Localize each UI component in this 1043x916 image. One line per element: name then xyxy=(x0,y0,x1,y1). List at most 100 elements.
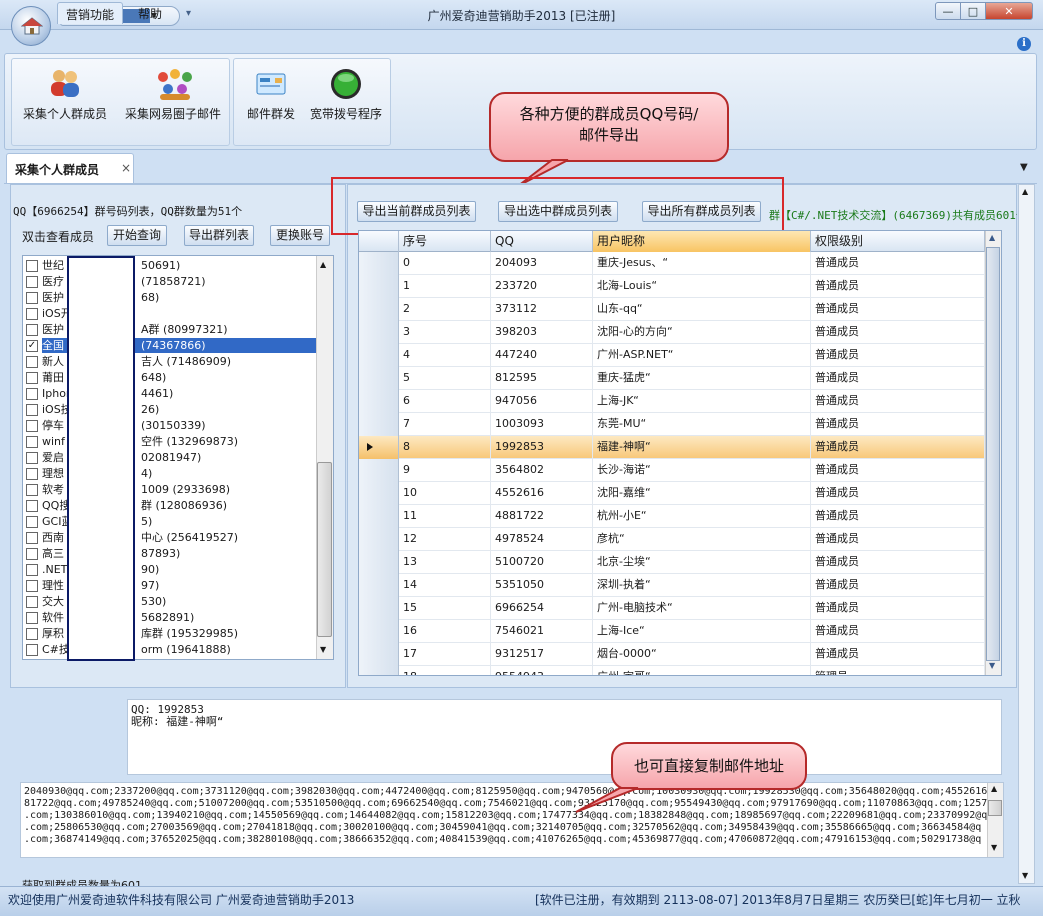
info-icon[interactable]: i xyxy=(1017,37,1031,51)
scroll-up-icon[interactable]: ▲ xyxy=(1022,187,1028,196)
group-checkbox[interactable] xyxy=(26,276,38,288)
ribbon-tab-help[interactable]: 帮助 xyxy=(130,2,170,24)
table-row[interactable]: 2 373112 山东-qq“ 普通成员 xyxy=(359,298,985,321)
scroll-down-icon[interactable]: ▼ xyxy=(989,661,995,670)
app-menu-button[interactable] xyxy=(11,6,51,46)
group-checkbox[interactable] xyxy=(26,404,38,416)
table-row[interactable]: 13 5100720 北京-尘埃“ 普通成员 xyxy=(359,551,985,574)
row-header[interactable] xyxy=(359,620,399,643)
group-checkbox[interactable] xyxy=(26,580,38,592)
group-checkbox[interactable] xyxy=(26,356,38,368)
row-header[interactable] xyxy=(359,666,399,675)
table-row[interactable]: 189554943广州-宇哥“管理员 xyxy=(359,666,985,675)
group-checkbox[interactable] xyxy=(26,532,38,544)
document-tab-collect[interactable]: 采集个人群成员 × xyxy=(6,153,134,183)
group-checkbox[interactable] xyxy=(26,372,38,384)
maximize-button[interactable]: □ xyxy=(960,2,986,20)
row-header[interactable] xyxy=(359,551,399,574)
grid-scroll-thumb[interactable] xyxy=(986,247,1000,661)
row-header[interactable] xyxy=(359,413,399,436)
group-checkbox[interactable] xyxy=(26,564,38,576)
group-checkbox[interactable] xyxy=(26,612,38,624)
col-header-qq[interactable]: QQ xyxy=(491,231,593,252)
row-header[interactable] xyxy=(359,390,399,413)
table-row[interactable]: 9 3564802 长沙-海诺“ 普通成员 xyxy=(359,459,985,482)
row-header[interactable] xyxy=(359,574,399,597)
scroll-up-icon[interactable]: ▲ xyxy=(991,784,997,793)
col-header-index[interactable]: 序号 xyxy=(399,231,491,252)
table-row[interactable]: 16 7546021 上海-Ice“ 普通成员 xyxy=(359,620,985,643)
collect-personal-group-button[interactable]: 采集个人群成员 xyxy=(16,67,114,122)
table-row[interactable]: 1 233720 北海-Louis“ 普通成员 xyxy=(359,275,985,298)
row-header[interactable] xyxy=(359,505,399,528)
start-query-button[interactable]: 开始查询 xyxy=(107,225,167,246)
table-row[interactable]: 11 4881722 杭州-小E“ 普通成员 xyxy=(359,505,985,528)
table-row[interactable]: 5 812595 重庆-猛虎“ 普通成员 xyxy=(359,367,985,390)
mail-send-button[interactable]: 邮件群发 xyxy=(242,67,300,122)
group-checkbox[interactable] xyxy=(26,388,38,400)
export-group-list-button[interactable]: 导出群列表 xyxy=(184,225,254,246)
table-row[interactable]: 7 1003093 东莞-MU“ 普通成员 xyxy=(359,413,985,436)
table-row[interactable]: 3 398203 沈阳-心的方向“ 普通成员 xyxy=(359,321,985,344)
group-checkbox[interactable] xyxy=(26,548,38,560)
member-detail-text[interactable]: QQ: 1992853 昵称: 福建-神啊“ xyxy=(127,699,1002,775)
broadband-dial-button[interactable]: 宽带拨号程序 xyxy=(306,67,386,122)
row-header[interactable] xyxy=(359,597,399,620)
group-checkbox[interactable] xyxy=(26,644,38,656)
col-header-role[interactable]: 权限级别 xyxy=(811,231,985,252)
table-row[interactable]: 0 204093 重庆-Jesus、“ 普通成员 xyxy=(359,252,985,275)
row-header[interactable] xyxy=(359,436,399,459)
table-row[interactable]: 4 447240 广州-ASP.NET“ 普通成员 xyxy=(359,344,985,367)
group-checkbox[interactable] xyxy=(26,452,38,464)
group-checkbox[interactable] xyxy=(26,260,38,272)
group-checkbox[interactable] xyxy=(26,596,38,608)
group-checkbox[interactable]: ✓ xyxy=(26,340,38,352)
email-scrollbar[interactable]: ▲ ▼ xyxy=(987,783,1003,857)
row-header[interactable] xyxy=(359,321,399,344)
group-checkbox[interactable] xyxy=(26,420,38,432)
row-header[interactable] xyxy=(359,528,399,551)
tab-close-icon[interactable]: × xyxy=(121,161,131,175)
email-scroll-thumb[interactable] xyxy=(988,800,1002,816)
col-header-nickname[interactable]: 用户昵称 xyxy=(593,231,811,252)
group-checkbox[interactable] xyxy=(26,436,38,448)
ribbon-tab-marketing[interactable]: 营销功能 xyxy=(57,2,124,24)
row-header[interactable] xyxy=(359,643,399,666)
row-header[interactable] xyxy=(359,298,399,321)
table-row[interactable]: 15 6966254 广州-电脑技术“ 普通成员 xyxy=(359,597,985,620)
group-checkbox[interactable] xyxy=(26,292,38,304)
minimize-button[interactable]: — xyxy=(935,2,961,20)
scroll-down-icon[interactable]: ▼ xyxy=(1022,871,1028,880)
group-checkbox[interactable] xyxy=(26,468,38,480)
close-button[interactable]: ✕ xyxy=(985,2,1033,20)
row-header[interactable] xyxy=(359,367,399,390)
scroll-down-icon[interactable]: ▼ xyxy=(991,843,997,852)
table-row[interactable]: 12 4978524 彦杭“ 普通成员 xyxy=(359,528,985,551)
email-list-text[interactable]: 2040930@qq.com;2337200@qq.com;3731120@qq… xyxy=(20,782,1004,858)
row-header[interactable] xyxy=(359,482,399,505)
tab-list-dropdown-icon[interactable]: ▼ xyxy=(1020,162,1028,173)
table-row[interactable]: 8 1992853 福建-神啊“ 普通成员 xyxy=(359,436,985,459)
row-header[interactable] xyxy=(359,459,399,482)
row-header[interactable] xyxy=(359,275,399,298)
table-row[interactable]: 17 9312517 烟台-0000“ 普通成员 xyxy=(359,643,985,666)
scroll-up-icon[interactable]: ▲ xyxy=(989,233,995,242)
change-account-button[interactable]: 更换账号 xyxy=(270,225,330,246)
group-checkbox[interactable] xyxy=(26,308,38,320)
row-header[interactable] xyxy=(359,252,399,275)
group-checkbox[interactable] xyxy=(26,628,38,640)
group-checkbox[interactable] xyxy=(26,484,38,496)
table-row[interactable]: 14 5351050 深圳-执着“ 普通成员 xyxy=(359,574,985,597)
table-row[interactable]: 6 947056 上海-JK“ 普通成员 xyxy=(359,390,985,413)
collect-netease-circle-button[interactable]: 采集网易圈子邮件 xyxy=(120,67,226,122)
row-header[interactable] xyxy=(359,344,399,367)
group-list-scroll-thumb[interactable] xyxy=(317,462,332,637)
member-grid[interactable]: 序号 QQ 用户昵称 权限级别 0 204093 重庆-Jesus、“ 普通成员 1 23… xyxy=(358,230,1002,676)
scroll-up-icon[interactable]: ▲ xyxy=(320,260,326,269)
table-row[interactable]: 10 4552616 沈阳-嘉维“ 普通成员 xyxy=(359,482,985,505)
scroll-down-icon[interactable]: ▼ xyxy=(320,645,326,654)
group-checkbox[interactable] xyxy=(26,500,38,512)
group-checkbox[interactable] xyxy=(26,516,38,528)
main-scrollbar[interactable]: ▲ ▼ xyxy=(1018,184,1035,884)
group-checkbox[interactable] xyxy=(26,324,38,336)
